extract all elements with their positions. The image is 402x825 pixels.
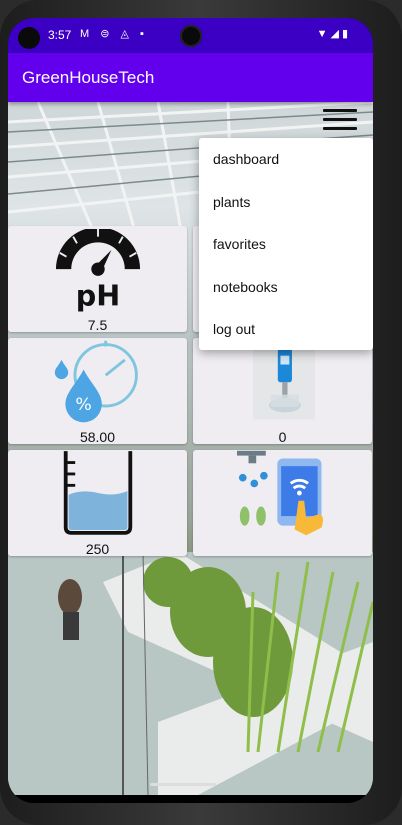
menu-item-notebooks[interactable]: notebooks (199, 266, 373, 309)
menu-item-log-out[interactable]: log out (199, 308, 373, 351)
navigation-bar (8, 795, 373, 803)
ph-value: 7.5 (87, 317, 108, 333)
water-level-value: 250 (85, 541, 110, 557)
home-gesture-handle[interactable] (150, 783, 216, 786)
ph-gauge-icon: pH (55, 229, 141, 312)
ec-value: 0 (278, 429, 287, 445)
hydroponic-plants-illustration (8, 552, 373, 795)
humidity-drop-icon: % (54, 340, 138, 423)
status-time: 3:57 (48, 28, 72, 42)
beaker-icon (63, 451, 133, 535)
menu-icon[interactable] (323, 109, 357, 133)
tile-irrigation[interactable] (193, 450, 372, 556)
status-bar: 3:57 M ⊜ ◬ ▪ ▼◢▮ (8, 18, 373, 53)
overflow-menu: dashboard plants favorites notebooks log… (199, 138, 373, 350)
menu-item-plants[interactable]: plants (199, 181, 373, 224)
tile-ec-meter[interactable]: 0 (193, 338, 372, 445)
app-bar: GreenHouseTech (8, 53, 373, 102)
tile-water-level[interactable]: 250 (8, 450, 187, 557)
app-title: GreenHouseTech (22, 68, 155, 87)
humidity-value: 58.00 (79, 429, 116, 445)
phone-screen: 3:57 M ⊜ ◬ ▪ ▼◢▮ GreenHouseTech pH 7.5 %… (8, 18, 373, 803)
ec-meter-icon (253, 348, 315, 420)
svg-text:pH: pH (76, 278, 121, 312)
camera-cutout-icon (18, 27, 40, 49)
front-camera-icon (180, 25, 202, 47)
system-status-icons: ▼◢▮ (316, 28, 351, 40)
svg-text:%: % (75, 395, 91, 415)
tile-ph[interactable]: pH 7.5 (8, 226, 187, 333)
smart-irrigation-icon (237, 450, 324, 536)
notification-icons: M ⊜ ◬ ▪ (80, 28, 148, 40)
tile-humidity[interactable]: % 58.00 (8, 338, 187, 445)
menu-item-favorites[interactable]: favorites (199, 223, 373, 266)
menu-item-dashboard[interactable]: dashboard (199, 138, 373, 181)
